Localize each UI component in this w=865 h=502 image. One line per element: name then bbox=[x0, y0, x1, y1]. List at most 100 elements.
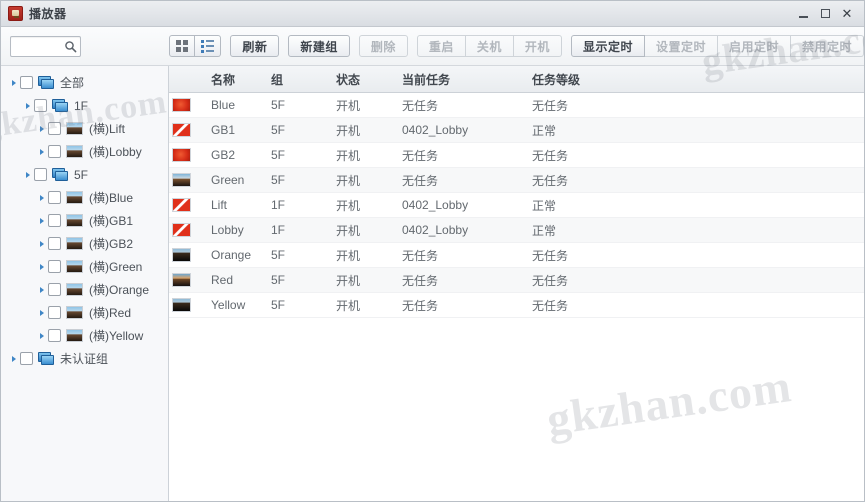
expand-arrow-icon[interactable] bbox=[7, 79, 20, 86]
screen-thumbnail-icon bbox=[172, 173, 191, 187]
tree-node[interactable]: (横)GB1 bbox=[1, 209, 168, 232]
tree-node[interactable]: 1F bbox=[1, 94, 168, 117]
expand-arrow-icon[interactable] bbox=[35, 263, 48, 270]
table-row[interactable]: Green 5F 开机 无任务 无任务 bbox=[169, 168, 864, 193]
cell-state: 开机 bbox=[336, 298, 361, 313]
table-row[interactable]: GB2 5F 开机 无任务 无任务 bbox=[169, 143, 864, 168]
expand-arrow-icon[interactable] bbox=[35, 194, 48, 201]
tree-node-checkbox[interactable] bbox=[48, 260, 61, 273]
expand-arrow-icon[interactable] bbox=[21, 171, 34, 178]
table-row[interactable]: Lobby 1F 开机 0402_Lobby 正常 bbox=[169, 218, 864, 243]
table-row[interactable]: Blue 5F 开机 无任务 无任务 bbox=[169, 93, 864, 118]
minimize-button[interactable] bbox=[793, 5, 813, 23]
tree-node-checkbox[interactable] bbox=[48, 122, 61, 135]
tree-node[interactable]: (横)Blue bbox=[1, 186, 168, 209]
tree-node[interactable]: (横)GB2 bbox=[1, 232, 168, 255]
grid-view-button[interactable] bbox=[169, 35, 196, 57]
cell-group: 1F bbox=[271, 198, 286, 212]
screen-thumbnail-icon bbox=[172, 198, 191, 212]
tree-node-checkbox[interactable] bbox=[48, 145, 61, 158]
screen-thumbnail-icon bbox=[172, 148, 191, 162]
maximize-button[interactable] bbox=[815, 5, 835, 23]
delete-button[interactable]: 删除 bbox=[358, 35, 408, 57]
close-button[interactable]: ✕ bbox=[837, 5, 857, 23]
expand-arrow-icon[interactable] bbox=[35, 240, 48, 247]
cell-current-task: 无任务 bbox=[402, 173, 439, 188]
table-row[interactable]: GB1 5F 开机 0402_Lobby 正常 bbox=[169, 118, 864, 143]
list-view-button[interactable] bbox=[195, 35, 222, 57]
power-group: 重启 关机 开机 bbox=[416, 35, 562, 57]
cell-state: 开机 bbox=[336, 123, 361, 138]
tree-node-checkbox[interactable] bbox=[48, 237, 61, 250]
disable-timer-button[interactable]: 禁用定时 bbox=[790, 35, 864, 57]
tree-node-checkbox[interactable] bbox=[48, 329, 61, 342]
cell-group: 1F bbox=[271, 223, 286, 237]
tree-node[interactable]: (横)Orange bbox=[1, 278, 168, 301]
cell-thumbnail bbox=[169, 198, 211, 212]
search-icon[interactable] bbox=[60, 37, 80, 56]
close-icon: ✕ bbox=[841, 5, 853, 21]
search-input[interactable] bbox=[11, 37, 61, 55]
tree-node-checkbox[interactable] bbox=[48, 191, 61, 204]
table-row[interactable]: Red 5F 开机 无任务 无任务 bbox=[169, 268, 864, 293]
cell-current-task: 0402_Lobby bbox=[402, 123, 469, 137]
column-header-task-level[interactable]: 任务等级 bbox=[532, 71, 864, 88]
expand-arrow-icon[interactable] bbox=[7, 355, 20, 362]
tree-node-label: (横)Lift bbox=[89, 121, 126, 136]
expand-arrow-icon[interactable] bbox=[35, 217, 48, 224]
window-title: 播放器 bbox=[29, 7, 67, 21]
tree-node[interactable]: (横)Lobby bbox=[1, 140, 168, 163]
device-table: 名称 组 状态 当前任务 任务等级 Blue 5F 开机 无任务 无任务 GB1 5F 开机 0… bbox=[169, 66, 864, 501]
cell-name: Blue bbox=[211, 98, 236, 112]
column-header-current-task[interactable]: 当前任务 bbox=[402, 71, 532, 88]
tree-node[interactable]: (横)Green bbox=[1, 255, 168, 278]
power-on-button[interactable]: 开机 bbox=[513, 35, 562, 57]
table-row[interactable]: Yellow 5F 开机 无任务 无任务 bbox=[169, 293, 864, 318]
cell-state: 开机 bbox=[336, 198, 361, 213]
tree-node-checkbox[interactable] bbox=[48, 214, 61, 227]
expand-arrow-icon[interactable] bbox=[35, 309, 48, 316]
table-row[interactable]: Lift 1F 开机 0402_Lobby 正常 bbox=[169, 193, 864, 218]
tree-node[interactable]: 5F bbox=[1, 163, 168, 186]
device-tree: 全部 1F (横)Lift (横)Lobby 5F (横)Blue (横)GB1 (横)GB2… bbox=[1, 66, 169, 501]
column-header-name[interactable]: 名称 bbox=[211, 71, 271, 88]
tree-node-label: (横)Blue bbox=[89, 190, 134, 205]
expand-arrow-icon[interactable] bbox=[35, 125, 48, 132]
expand-arrow-icon[interactable] bbox=[35, 148, 48, 155]
restart-button[interactable]: 重启 bbox=[416, 35, 466, 57]
show-timer-button[interactable]: 显示定时 bbox=[570, 35, 645, 57]
cell-thumbnail bbox=[169, 98, 211, 112]
tree-node[interactable]: 全部 bbox=[1, 71, 168, 94]
expand-arrow-icon[interactable] bbox=[21, 102, 34, 109]
tree-node-checkbox[interactable] bbox=[34, 99, 47, 112]
enable-timer-button[interactable]: 启用定时 bbox=[717, 35, 791, 57]
column-header-group[interactable]: 组 bbox=[271, 71, 336, 88]
tree-node-checkbox[interactable] bbox=[34, 168, 47, 181]
column-header-state[interactable]: 状态 bbox=[336, 71, 402, 88]
expand-arrow-icon[interactable] bbox=[35, 332, 48, 339]
tree-node-checkbox[interactable] bbox=[20, 352, 33, 365]
tree-node-label: 未认证组 bbox=[60, 351, 109, 366]
tree-node-checkbox[interactable] bbox=[48, 283, 61, 296]
cell-group: 5F bbox=[271, 123, 286, 137]
cell-state: 开机 bbox=[336, 248, 361, 263]
cell-task-level: 正常 bbox=[532, 198, 557, 213]
refresh-button[interactable]: 刷新 bbox=[230, 35, 280, 57]
tree-node[interactable]: (横)Red bbox=[1, 301, 168, 324]
player-window: 播放器 ✕ 刷新 新建组 删除 重启 关机 开机 显示定时 设置定时 启用定时 … bbox=[0, 0, 865, 502]
screen-thumbnail-icon bbox=[172, 248, 191, 262]
tree-node[interactable]: 未认证组 bbox=[1, 347, 168, 370]
cell-thumbnail bbox=[169, 223, 211, 237]
cell-task-level: 无任务 bbox=[532, 148, 569, 163]
set-timer-button[interactable]: 设置定时 bbox=[644, 35, 718, 57]
tree-node-checkbox[interactable] bbox=[48, 306, 61, 319]
tree-node-checkbox[interactable] bbox=[20, 76, 33, 89]
table-row[interactable]: Orange 5F 开机 无任务 无任务 bbox=[169, 243, 864, 268]
tree-node[interactable]: (横)Yellow bbox=[1, 324, 168, 347]
screen-icon bbox=[66, 191, 83, 204]
expand-arrow-icon[interactable] bbox=[35, 286, 48, 293]
shutdown-button[interactable]: 关机 bbox=[465, 35, 514, 57]
search-box[interactable] bbox=[10, 35, 82, 57]
new-group-button[interactable]: 新建组 bbox=[288, 35, 350, 57]
tree-node[interactable]: (横)Lift bbox=[1, 117, 168, 140]
